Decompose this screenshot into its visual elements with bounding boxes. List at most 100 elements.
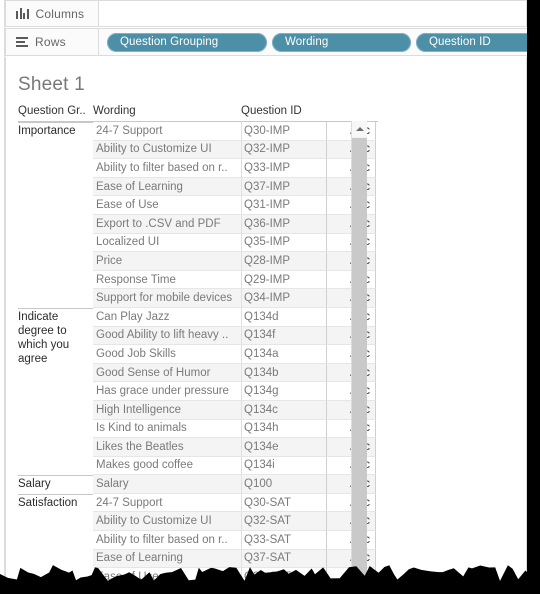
vertical-scrollbar[interactable] — [351, 121, 367, 593]
cell-question-grouping — [18, 215, 93, 234]
pill-wording[interactable]: Wording — [272, 32, 411, 52]
table-row[interactable]: Makes good coffeeQ134iAbc — [18, 456, 378, 476]
cell-wording[interactable]: 24-7 Support — [93, 494, 241, 513]
cell-question-id[interactable]: Q31-SAT — [241, 568, 326, 587]
cell-question-id[interactable]: Q134d — [241, 307, 326, 327]
cell-question-id[interactable]: Q32-SAT — [241, 512, 326, 532]
cell-question-id[interactable]: Q134a — [241, 345, 326, 364]
cell-wording[interactable]: Ability to Customize UI — [93, 512, 241, 532]
cell-wording[interactable]: Ability to filter based on r.. — [93, 531, 241, 550]
view-pane: Sheet 1 Question Gr.. Wording Question I… — [5, 57, 527, 594]
table-row[interactable]: Localized UIQ35-IMPAbc — [18, 233, 378, 253]
pill-question-id[interactable]: Question ID — [416, 32, 540, 52]
cell-question-id[interactable]: Q35-IMP — [241, 233, 326, 253]
cell-question-id[interactable]: Q134f — [241, 326, 326, 346]
cell-question-grouping — [18, 401, 93, 420]
cell-question-grouping — [18, 420, 93, 439]
cell-wording[interactable]: Export to .CSV and PDF — [93, 214, 241, 234]
cell-question-id[interactable]: Q34-IMP — [241, 289, 326, 308]
cell-question-id[interactable]: Q33-IMP — [241, 159, 326, 178]
scrollbar-thumb[interactable] — [352, 138, 367, 586]
cell-wording[interactable]: Ease of Use — [93, 568, 241, 587]
table-row[interactable]: Export to .CSV and PDFQ36-IMPAbc — [18, 214, 378, 234]
text-table: Question Gr.. Wording Question ID 24-7 S… — [18, 105, 378, 587]
rows-shelf[interactable]: Rows Question Grouping Wording Question … — [5, 28, 540, 56]
cell-wording[interactable]: Salary — [93, 475, 241, 494]
table-row[interactable]: Ease of UseQ31-SATAbc — [18, 568, 378, 587]
cell-wording[interactable]: Good Job Skills — [93, 345, 241, 364]
cell-wording[interactable]: Ability to filter based on r.. — [93, 159, 241, 178]
table-row[interactable]: Likes the BeatlesQ134eAbc — [18, 438, 378, 457]
cell-question-id[interactable]: Q134h — [241, 419, 326, 439]
column-header-question-id[interactable]: Question ID — [241, 105, 366, 117]
cell-wording[interactable]: Support for mobile devices — [93, 289, 241, 308]
cell-question-id[interactable]: Q28-IMP — [241, 252, 326, 271]
cell-wording[interactable]: Good Ability to lift heavy .. — [93, 326, 241, 346]
cell-question-id[interactable]: Q37-IMP — [241, 177, 326, 197]
cell-question-id[interactable]: Q31-IMP — [241, 196, 326, 215]
cell-wording[interactable]: Likes the Beatles — [93, 438, 241, 457]
cell-question-grouping — [18, 234, 93, 253]
cell-wording[interactable]: Ease of Use — [93, 196, 241, 215]
cell-question-id[interactable]: Q134g — [241, 382, 326, 401]
cell-wording[interactable]: Localized UI — [93, 234, 241, 253]
cell-wording[interactable]: High Intelligence — [93, 400, 241, 420]
table-row[interactable]: Good Sense of HumorQ134bAbc — [18, 363, 378, 383]
cell-wording[interactable]: Has grace under pressure — [93, 382, 241, 401]
cell-question-grouping — [18, 196, 93, 215]
cell-question-id[interactable]: Q134b — [241, 363, 326, 383]
cell-question-id[interactable]: Q30-SAT — [241, 493, 326, 513]
cell-question-id[interactable]: Q37-SAT — [241, 549, 326, 569]
cell-wording[interactable]: Can Play Jazz — [93, 308, 241, 327]
columns-shelf-label: Columns — [6, 1, 99, 26]
table-row[interactable]: Response TimeQ29-IMPAbc — [18, 270, 378, 290]
scroll-up-arrow-icon[interactable] — [352, 121, 367, 137]
columns-shelf-dropzone[interactable] — [99, 1, 526, 26]
cell-wording[interactable]: Ease of Learning — [93, 549, 241, 569]
table-row[interactable]: Ability to filter based on r..Q33-IMPAbc — [18, 159, 378, 178]
rows-shelf-dropzone[interactable]: Question Grouping Wording Question ID — [99, 29, 540, 55]
cell-question-grouping — [18, 550, 93, 569]
cell-question-id[interactable]: Q32-IMP — [241, 140, 326, 160]
cell-wording[interactable]: 24-7 Support — [93, 122, 241, 141]
group-label[interactable]: Importance — [18, 122, 93, 138]
cell-wording[interactable]: Response Time — [93, 271, 241, 290]
table-row[interactable]: Ease of UseQ31-IMPAbc — [18, 196, 378, 215]
group-label[interactable]: Salary — [18, 475, 93, 491]
columns-shelf[interactable]: Columns — [5, 0, 527, 27]
right-edge-band — [527, 0, 540, 594]
group-label[interactable]: Satisfaction — [18, 494, 93, 510]
table-row[interactable]: Ability to filter based on r..Q33-SATAbc — [18, 531, 378, 550]
pill-question-grouping[interactable]: Question Grouping — [107, 32, 267, 52]
cell-wording[interactable]: Is Kind to animals — [93, 420, 241, 439]
table-row[interactable]: PriceQ28-IMPAbc — [18, 252, 378, 271]
rows-shelf-text: Rows — [35, 35, 66, 49]
cell-question-id[interactable]: Q36-IMP — [241, 214, 326, 234]
table-row[interactable]: Ability to Customize UIQ32-IMPAbc — [18, 140, 378, 160]
cell-wording[interactable]: Makes good coffee — [93, 457, 241, 476]
cell-question-id[interactable]: Q134e — [241, 438, 326, 457]
columns-bars-icon — [16, 8, 29, 19]
cell-question-id[interactable]: Q29-IMP — [241, 270, 326, 290]
page-title: Sheet 1 — [18, 74, 85, 95]
cell-question-id[interactable]: Q134c — [241, 400, 326, 420]
table-row[interactable]: Has grace under pressureQ134gAbc — [18, 382, 378, 401]
cell-question-grouping — [18, 382, 93, 401]
column-header-wording[interactable]: Wording — [93, 105, 241, 117]
table-row[interactable]: Support for mobile devicesQ34-IMPAbc — [18, 289, 378, 308]
cell-wording[interactable]: Ability to Customize UI — [93, 140, 241, 160]
cell-wording[interactable]: Price — [93, 252, 241, 271]
cell-question-id[interactable]: Q33-SAT — [241, 531, 326, 550]
cell-question-id[interactable]: Q30-IMP — [241, 122, 326, 141]
table-row[interactable]: High IntelligenceQ134cAbc — [18, 400, 378, 420]
group-label[interactable]: Indicate degree to which you agree — [18, 308, 93, 366]
cell-question-id[interactable]: Q100 — [241, 475, 326, 494]
table-row[interactable]: Ability to Customize UIQ32-SATAbc — [18, 512, 378, 532]
column-header-question-grouping[interactable]: Question Gr.. — [18, 105, 93, 117]
table-row[interactable]: Ease of LearningQ37-IMPAbc — [18, 177, 378, 197]
table-row[interactable]: Ease of LearningQ37-SATAbc — [18, 549, 378, 569]
cell-wording[interactable]: Ease of Learning — [93, 177, 241, 197]
cell-wording[interactable]: Good Sense of Humor — [93, 363, 241, 383]
cell-question-id[interactable]: Q134i — [241, 456, 326, 476]
table-row[interactable]: Is Kind to animalsQ134hAbc — [18, 419, 378, 439]
